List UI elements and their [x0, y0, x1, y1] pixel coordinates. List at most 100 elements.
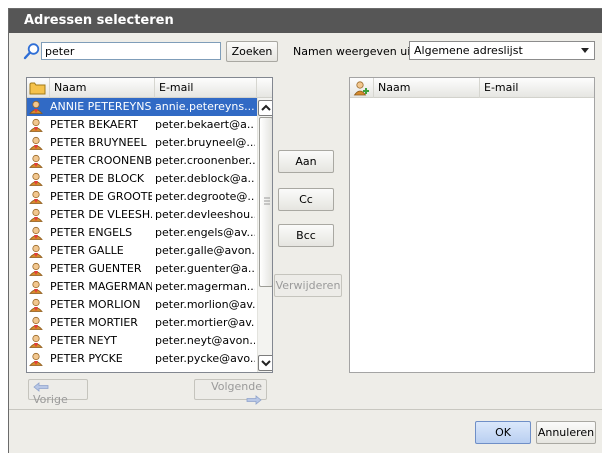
scroll-thumb[interactable] — [259, 117, 272, 287]
chevron-down-icon — [581, 48, 589, 53]
table-row[interactable]: PETER DE BLOCK peter.deblock@a... — [27, 170, 257, 188]
table-row[interactable]: PETER BRUYNEEL peter.bruyneel@... — [27, 134, 257, 152]
contact-name: PETER MAGERMAN — [50, 280, 152, 293]
contact-email: peter.devleeshou... — [155, 208, 255, 221]
contact-name: PETER NEYT — [50, 334, 118, 347]
contact-icon — [29, 172, 44, 186]
add-bcc-button[interactable]: Bcc — [278, 224, 334, 247]
contact-email: annie.petereyns... — [155, 100, 255, 113]
grip-icon — [264, 197, 270, 205]
previous-page-button[interactable]: Vorige — [28, 379, 88, 406]
table-row[interactable]: PETER CROONENB... peter.croonenber... — [27, 152, 257, 170]
contact-name: PETER BEKAERT — [50, 118, 138, 131]
table-row[interactable]: PETER ENGELS peter.engels@av... — [27, 224, 257, 242]
contact-name: ANNIE PETEREYNS — [50, 100, 152, 113]
contact-email: peter.neyt@avon... — [155, 334, 255, 347]
folder-column[interactable] — [27, 78, 50, 98]
add-to-button[interactable]: Aan — [278, 150, 334, 173]
previous-page-label: Vorige — [33, 393, 68, 406]
remove-button[interactable]: Verwijderen — [274, 274, 342, 297]
contact-icon — [29, 208, 44, 222]
next-page-button[interactable]: Volgende — [194, 379, 267, 405]
table-row[interactable]: PETER GUENTER peter.guenter@a... — [27, 260, 257, 278]
contact-email: peter.deblock@a... — [155, 172, 255, 185]
folder-icon — [29, 82, 46, 95]
contact-name: PETER ENGELS — [50, 226, 133, 239]
table-row[interactable]: PETER MORLION peter.morlion@av... — [27, 296, 257, 314]
contact-email: peter.morlion@av... — [155, 298, 255, 311]
contact-name: PETER BRUYNEEL — [50, 136, 147, 149]
contact-icon — [29, 316, 44, 330]
contact-email: peter.magerman... — [155, 280, 255, 293]
contact-name: PETER DE GROOTE — [50, 190, 152, 203]
search-input[interactable] — [41, 42, 221, 60]
table-row[interactable]: PETER BEKAERT peter.bekaert@a... — [27, 116, 257, 134]
chevron-up-icon — [261, 104, 271, 111]
selected-header: Naam E-mail — [350, 78, 594, 98]
search-button[interactable]: Zoeken — [226, 41, 278, 62]
column-header-email[interactable]: E-mail — [155, 78, 257, 98]
table-row[interactable]: PETER DE GROOTE peter.degroote@... — [27, 188, 257, 206]
ok-button[interactable]: OK — [475, 421, 531, 444]
arrow-right-icon — [246, 395, 262, 405]
contact-icon — [29, 334, 44, 348]
chevron-down-icon — [261, 360, 271, 367]
contact-email: peter.bruyneel@... — [155, 136, 255, 149]
search-icon — [23, 43, 40, 60]
contact-name: PETER DE VLEESH... — [50, 208, 152, 221]
contact-email: peter.bekaert@a... — [155, 118, 255, 131]
contact-email: peter.galle@avon... — [155, 244, 255, 257]
contact-name: PETER DE BLOCK — [50, 172, 145, 185]
contact-email: peter.mortier@av... — [155, 316, 255, 329]
contact-email: peter.croonenber... — [155, 154, 255, 167]
contact-icon — [29, 280, 44, 294]
contact-icon — [29, 154, 44, 168]
table-row[interactable]: PETER MAGERMAN peter.magerman... — [27, 278, 257, 296]
column-header-name[interactable]: Naam — [50, 78, 155, 98]
contact-icon — [29, 190, 44, 204]
contact-icon — [29, 100, 44, 114]
selected-recipients-list[interactable]: Naam E-mail — [349, 77, 595, 373]
contact-email: peter.pycke@avo... — [155, 352, 255, 365]
selected-column-header-name[interactable]: Naam — [374, 78, 480, 98]
address-dialog: Adressen selecteren Zoeken Namen weergev… — [8, 8, 602, 453]
source-label: Namen weergeven uit: — [293, 45, 419, 58]
contact-icon — [29, 226, 44, 240]
contact-icon — [29, 244, 44, 258]
table-row[interactable]: PETER DE VLEESH... peter.devleeshou... — [27, 206, 257, 224]
contact-name: PETER MORLION — [50, 298, 141, 311]
contact-name: PETER GALLE — [50, 244, 124, 257]
add-cc-button[interactable]: Cc — [278, 188, 334, 211]
table-row[interactable]: PETER MORTIER peter.mortier@av... — [27, 314, 257, 332]
address-book-selected: Algemene adreslijst — [414, 44, 523, 57]
selected-column-header-email[interactable]: E-mail — [480, 78, 594, 98]
table-row[interactable]: PETER GALLE peter.galle@avon... — [27, 242, 257, 260]
contact-email: peter.engels@av... — [155, 226, 255, 239]
table-row[interactable]: PETER NEYT peter.neyt@avon... — [27, 332, 257, 350]
search-results-list[interactable]: Naam E-mail ANNIE PETEREYNS annie.peterey… — [26, 77, 273, 373]
dialog-title: Adressen selecteren — [9, 9, 602, 33]
contact-name: PETER MORTIER — [50, 316, 138, 329]
scroll-down-button[interactable] — [258, 355, 272, 371]
results-scrollbar[interactable] — [257, 98, 272, 372]
table-row[interactable]: PETER PYCKE peter.pycke@avo... — [27, 350, 257, 368]
contact-email: peter.guenter@a... — [155, 262, 255, 275]
contact-name: PETER CROONENB... — [50, 154, 152, 167]
next-page-label: Volgende — [211, 380, 262, 393]
address-book-select[interactable]: Algemene adreslijst — [409, 41, 595, 60]
arrow-left-icon — [33, 382, 49, 392]
contact-icon — [29, 118, 44, 132]
results-header: Naam E-mail — [27, 78, 272, 98]
cancel-button[interactable]: Annuleren — [536, 421, 596, 444]
contact-email: peter.degroote@... — [155, 190, 255, 203]
user-column[interactable] — [350, 78, 374, 98]
contact-icon — [29, 136, 44, 150]
contact-icon — [29, 262, 44, 276]
contact-name: PETER GUENTER — [50, 262, 142, 275]
add-contact-icon — [353, 81, 369, 96]
table-row[interactable]: ANNIE PETEREYNS annie.petereyns... — [27, 98, 257, 116]
scroll-up-button[interactable] — [258, 100, 272, 116]
contact-icon — [29, 352, 44, 366]
contact-name: PETER PYCKE — [50, 352, 123, 365]
contact-icon — [29, 298, 44, 312]
